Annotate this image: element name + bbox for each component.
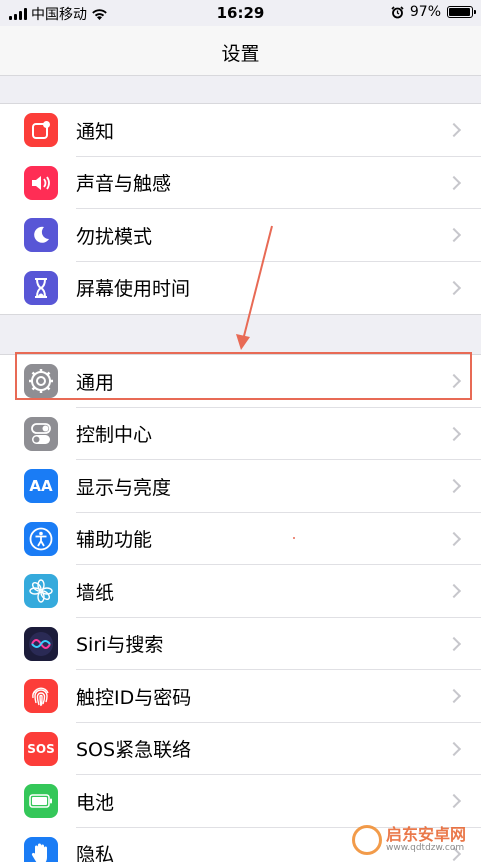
watermark-url: www.qdtdzw.com: [386, 842, 465, 853]
annotation-dot: [293, 537, 295, 539]
watermark: 启东安卓网 www.qdtdzw.com: [352, 825, 466, 855]
watermark-logo-icon: [352, 825, 382, 855]
watermark-text: 启东安卓网 www.qdtdzw.com: [386, 826, 466, 853]
watermark-title: 启东安卓网: [386, 825, 467, 845]
annotation-arrow: [236, 225, 273, 350]
